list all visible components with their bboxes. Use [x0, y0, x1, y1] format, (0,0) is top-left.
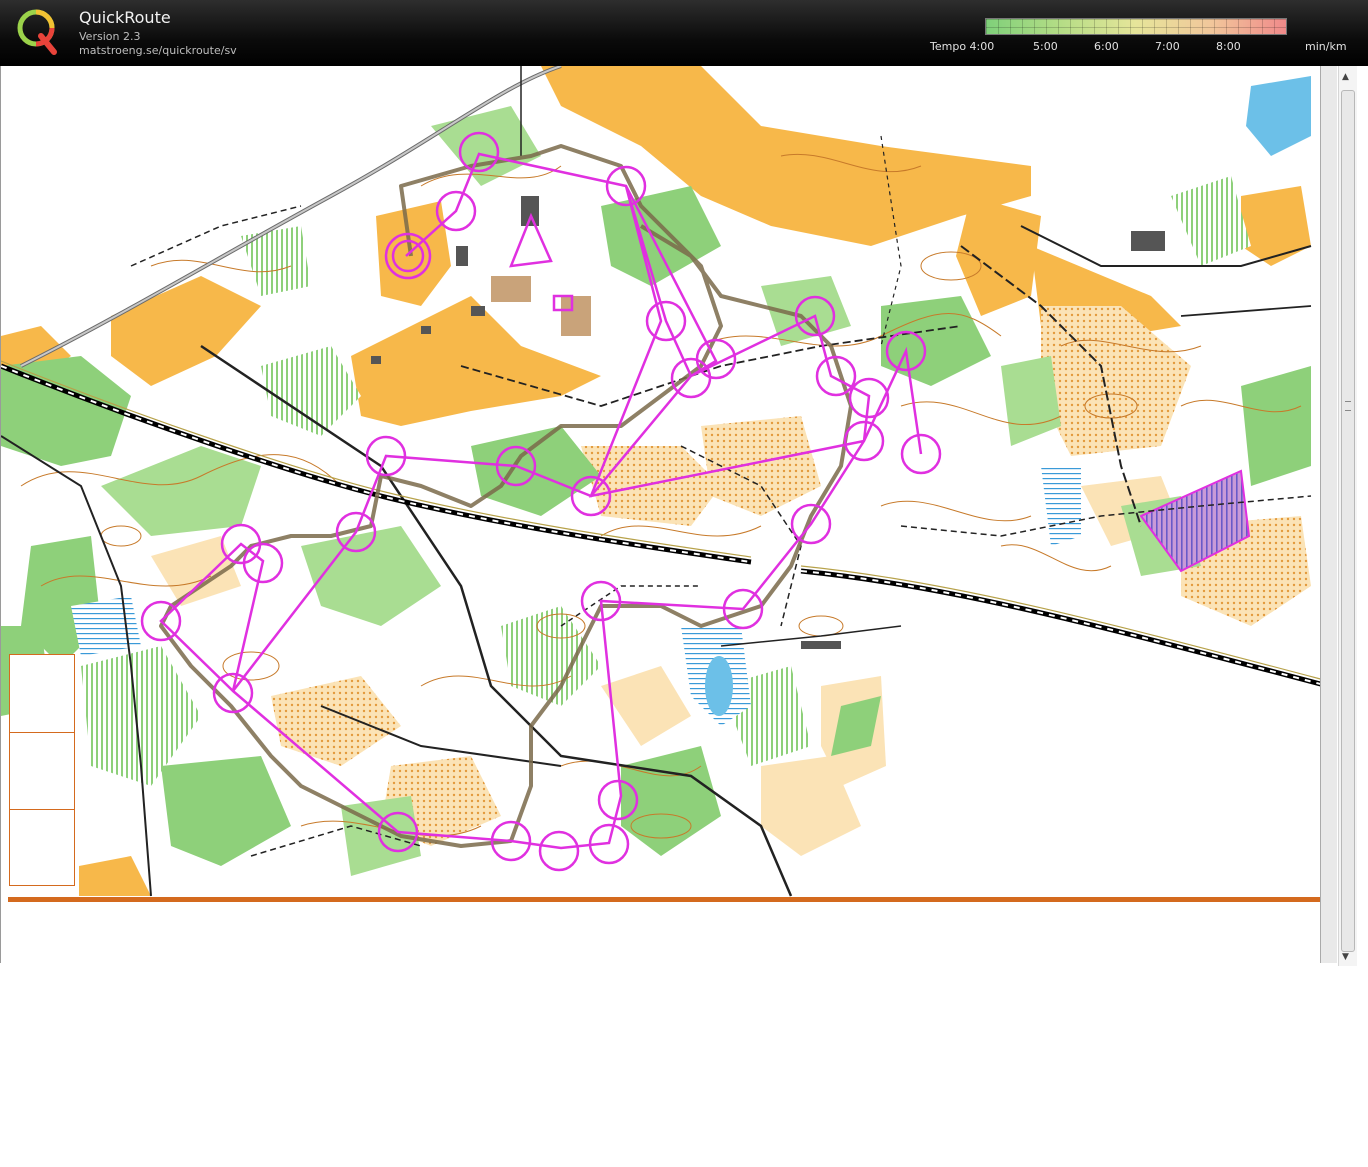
tempo-tick: 6:00: [1094, 40, 1119, 53]
scrollbar-thumb[interactable]: [1341, 90, 1355, 952]
map-legend-box: [9, 654, 75, 886]
tempo-tick: 7:00: [1155, 40, 1180, 53]
tempo-color-scale: [985, 18, 1287, 35]
grip-icon: [1345, 401, 1351, 411]
map-bottom-border: [8, 897, 1324, 902]
app-version: Version 2.3: [79, 30, 141, 43]
app-header: QuickRoute Version 2.3 matstroeng.se/qui…: [0, 0, 1368, 66]
vertical-scrollbar[interactable]: ▲ ▼: [1338, 66, 1357, 966]
app-name: QuickRoute: [79, 8, 171, 27]
triangle-down-icon[interactable]: ▼: [1342, 952, 1349, 962]
orienteering-map[interactable]: [1, 66, 1328, 963]
tempo-tick: 5:00: [1033, 40, 1058, 53]
quickroute-logo-icon: [17, 9, 57, 55]
triangle-up-icon[interactable]: ▲: [1342, 72, 1349, 82]
side-panel-splitter[interactable]: [1320, 66, 1337, 963]
app-url[interactable]: matstroeng.se/quickroute/sv: [79, 44, 237, 57]
tempo-label: Tempo 4:00: [930, 40, 995, 53]
map-canvas[interactable]: [0, 66, 1328, 963]
tempo-unit: min/km: [1305, 40, 1347, 53]
tempo-tick: 8:00: [1216, 40, 1241, 53]
